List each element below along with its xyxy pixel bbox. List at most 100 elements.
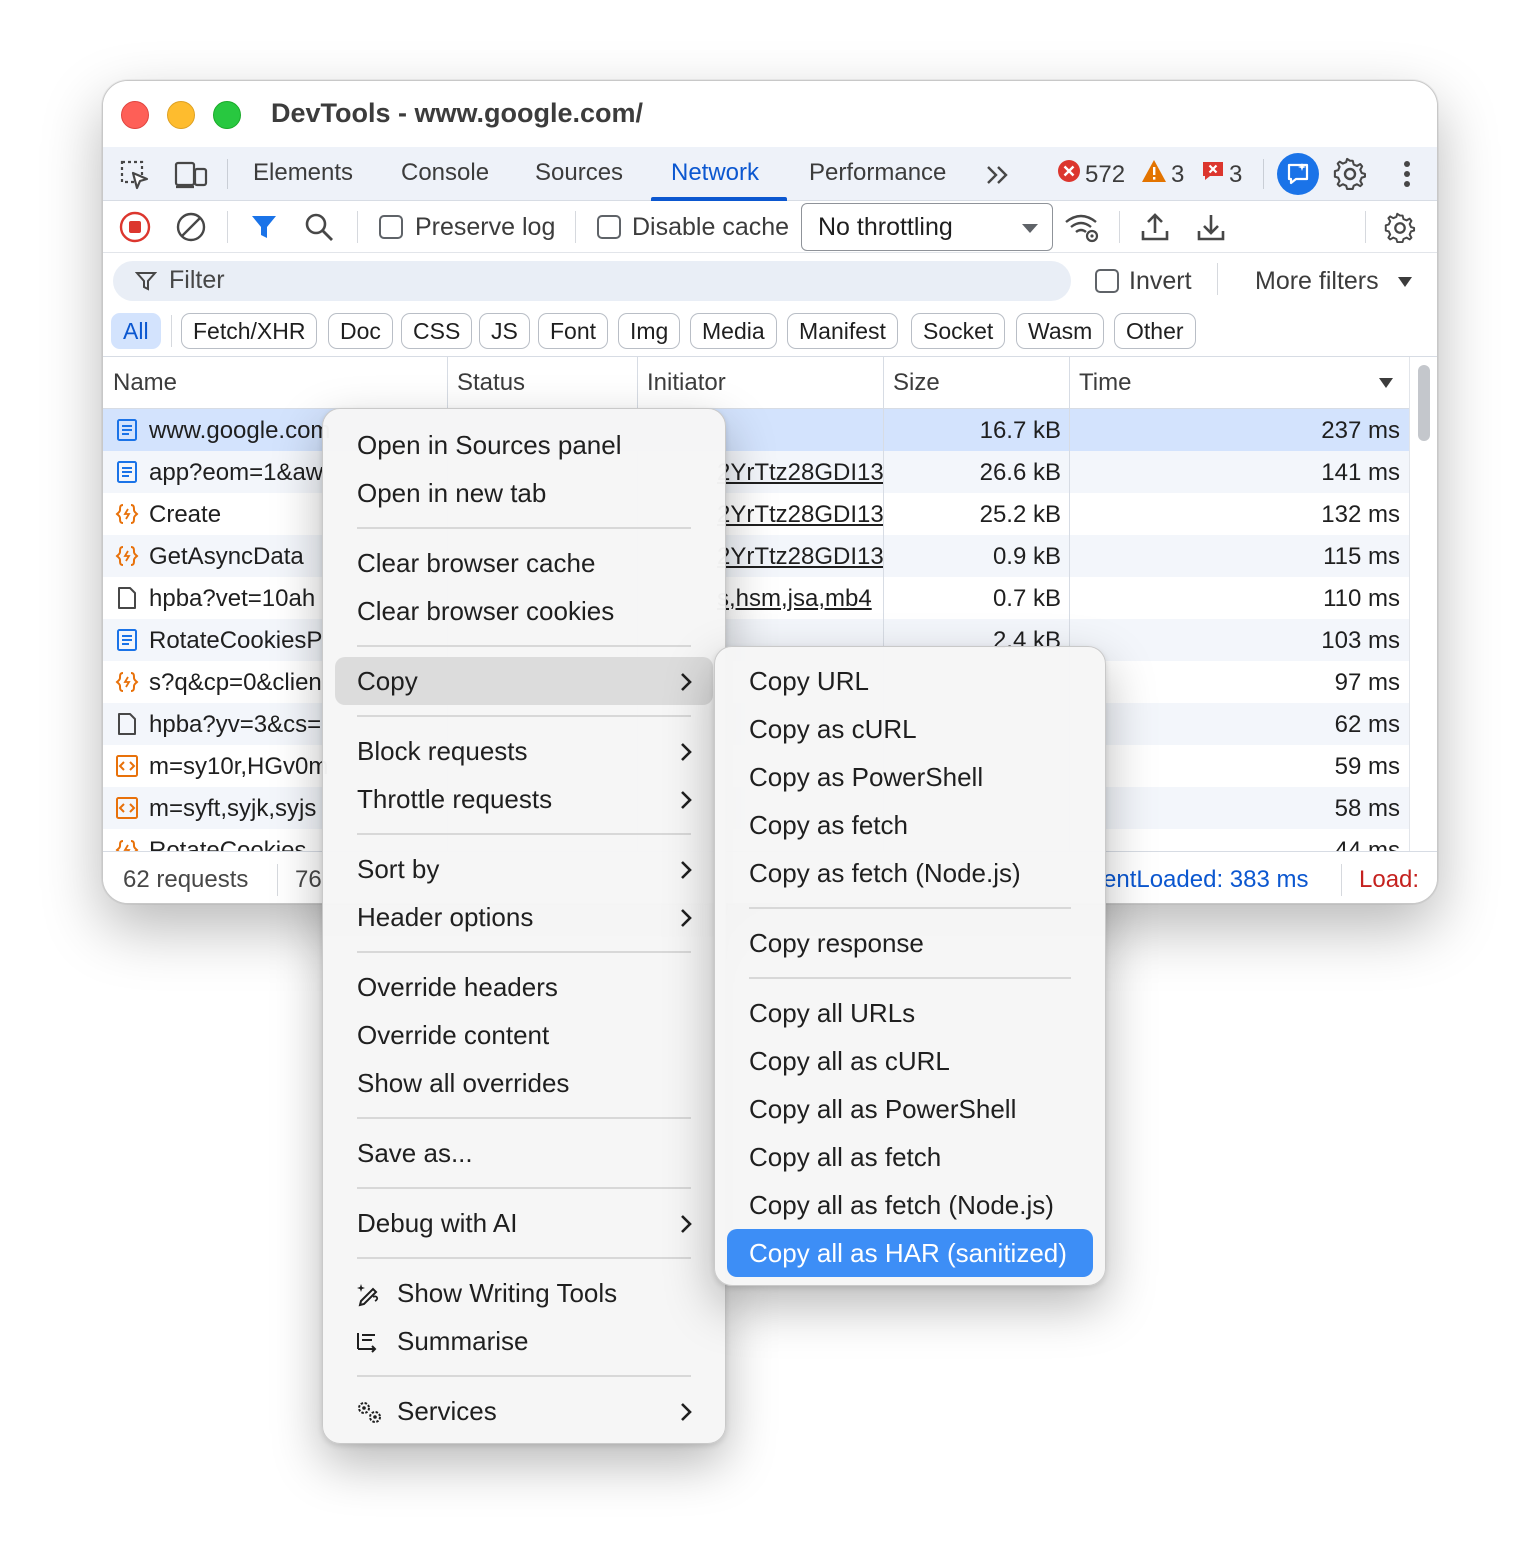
tab-elements[interactable]: Elements bbox=[253, 159, 353, 187]
table-row[interactable]: hpba?vet=10ah s,hsm,jsa,mb4 0.7 kB 110 ms bbox=[103, 577, 1409, 619]
more-options-icon[interactable] bbox=[1393, 157, 1421, 191]
submenu-item-copy-response[interactable]: Copy response bbox=[727, 919, 1093, 967]
type-filter-socket[interactable]: Socket bbox=[911, 313, 1006, 349]
request-time: 115 ms bbox=[1323, 543, 1400, 570]
menu-item-throttle-requests[interactable]: Throttle requests bbox=[335, 775, 713, 823]
menu-item-debug-with-ai[interactable]: Debug with AI bbox=[335, 1199, 713, 1247]
type-filter-manifest[interactable]: Manifest bbox=[787, 313, 898, 349]
submenu-item-copy-all-as-powershell[interactable]: Copy all as PowerShell bbox=[727, 1085, 1093, 1133]
request-initiator[interactable]: s,hsm,jsa,mb4 bbox=[717, 585, 883, 613]
submenu-item-copy-all-as-curl[interactable]: Copy all as cURL bbox=[727, 1037, 1093, 1085]
submenu-item-copy-as-fetch-node-js[interactable]: Copy as fetch (Node.js) bbox=[727, 849, 1093, 897]
filter-toggle-icon[interactable] bbox=[249, 211, 279, 243]
menu-item-header-options[interactable]: Header options bbox=[335, 893, 713, 941]
zoom-window-button[interactable] bbox=[213, 101, 241, 129]
type-filter-css[interactable]: CSS bbox=[401, 313, 473, 349]
menu-item-open-in-new-tab[interactable]: Open in new tab bbox=[335, 469, 713, 517]
menu-item-label: Copy all as cURL bbox=[749, 1046, 950, 1076]
type-filter-all[interactable]: All bbox=[111, 313, 161, 349]
type-filter-img[interactable]: Img bbox=[618, 313, 681, 349]
request-size: 26.6 kB bbox=[979, 459, 1061, 486]
disable-cache-checkbox[interactable] bbox=[597, 215, 621, 239]
tab-sources[interactable]: Sources bbox=[535, 159, 623, 187]
menu-item-override-content[interactable]: Override content bbox=[335, 1011, 713, 1059]
script-icon bbox=[115, 796, 139, 820]
export-har-icon[interactable] bbox=[1195, 209, 1227, 245]
error-counter[interactable]: 572 bbox=[1057, 159, 1125, 190]
column-header-time[interactable]: Time bbox=[1079, 369, 1131, 397]
type-filter-font[interactable]: Font bbox=[538, 313, 609, 349]
menu-item-clear-browser-cookies[interactable]: Clear browser cookies bbox=[335, 587, 713, 635]
menu-item-open-in-sources-panel[interactable]: Open in Sources panel bbox=[335, 421, 713, 469]
search-icon[interactable] bbox=[303, 211, 335, 243]
tab-console[interactable]: Console bbox=[401, 159, 489, 187]
submenu-item-copy-all-as-fetch[interactable]: Copy all as fetch bbox=[727, 1133, 1093, 1181]
menu-item-copy[interactable]: Copy bbox=[335, 657, 713, 705]
inspect-element-icon[interactable] bbox=[119, 159, 151, 191]
invert-checkbox[interactable] bbox=[1095, 269, 1119, 293]
request-time: 44 ms bbox=[1334, 837, 1400, 851]
type-filter-other[interactable]: Other bbox=[1114, 313, 1196, 349]
issues-counter[interactable]: 3 bbox=[1201, 159, 1242, 190]
settings-gear-icon[interactable] bbox=[1333, 157, 1367, 191]
record-stop-icon[interactable] bbox=[119, 211, 151, 243]
submenu-item-copy-as-fetch[interactable]: Copy as fetch bbox=[727, 801, 1093, 849]
minimize-window-button[interactable] bbox=[167, 101, 195, 129]
more-tabs-icon[interactable] bbox=[983, 161, 1013, 189]
request-initiator[interactable]: 2YrTtz28GDI13 bbox=[717, 459, 883, 487]
menu-item-block-requests[interactable]: Block requests bbox=[335, 727, 713, 775]
menu-item-show-all-overrides[interactable]: Show all overrides bbox=[335, 1059, 713, 1107]
menu-item-show-writing-tools[interactable]: Show Writing Tools bbox=[335, 1269, 713, 1317]
menu-item-label: Copy response bbox=[749, 928, 924, 958]
filter-input[interactable]: Filter bbox=[113, 261, 1071, 301]
request-size: 0.7 kB bbox=[992, 585, 1061, 612]
sort-descending-icon bbox=[1379, 378, 1393, 388]
submenu-item-copy-all-as-fetch-node-js[interactable]: Copy all as fetch (Node.js) bbox=[727, 1181, 1093, 1229]
ai-assistance-icon[interactable] bbox=[1277, 153, 1319, 195]
document-icon bbox=[115, 628, 139, 652]
submenu-item-copy-as-curl[interactable]: Copy as cURL bbox=[727, 705, 1093, 753]
menu-item-summarise[interactable]: Summarise bbox=[335, 1317, 713, 1365]
table-row[interactable]: app?eom=1&aw 2YrTtz28GDI13 26.6 kB 141 ms bbox=[103, 451, 1409, 493]
import-har-icon[interactable] bbox=[1139, 209, 1171, 245]
menu-item-services[interactable]: Services bbox=[335, 1387, 713, 1435]
request-initiator[interactable]: 2YrTtz28GDI13 bbox=[717, 501, 883, 529]
menu-item-clear-browser-cache[interactable]: Clear browser cache bbox=[335, 539, 713, 587]
submenu-item-copy-url[interactable]: Copy URL bbox=[727, 657, 1093, 705]
request-time: 110 ms bbox=[1323, 585, 1400, 612]
column-header-status[interactable]: Status bbox=[457, 369, 525, 397]
throttling-select[interactable]: No throttling bbox=[801, 203, 1053, 251]
menu-item-sort-by[interactable]: Sort by bbox=[335, 845, 713, 893]
tab-performance[interactable]: Performance bbox=[809, 159, 946, 187]
device-toolbar-icon[interactable] bbox=[173, 159, 209, 191]
close-window-button[interactable] bbox=[121, 101, 149, 129]
scrollbar-thumb[interactable] bbox=[1418, 365, 1430, 441]
network-settings-gear-icon[interactable] bbox=[1383, 211, 1417, 245]
table-row[interactable]: www.google.com 16.7 kB 237 ms bbox=[103, 409, 1409, 451]
menu-item-save-as[interactable]: Save as... bbox=[335, 1129, 713, 1177]
more-filters-dropdown[interactable]: More filters bbox=[1255, 267, 1379, 296]
type-filter-fetch-xhr[interactable]: Fetch/XHR bbox=[181, 313, 318, 349]
preserve-log-checkbox[interactable] bbox=[379, 215, 403, 239]
request-initiator[interactable]: 2YrTtz28GDI13 bbox=[717, 543, 883, 571]
submenu-item-copy-as-powershell[interactable]: Copy as PowerShell bbox=[727, 753, 1093, 801]
clear-log-icon[interactable] bbox=[175, 211, 207, 243]
column-header-initiator[interactable]: Initiator bbox=[647, 369, 726, 397]
menu-item-override-headers[interactable]: Override headers bbox=[335, 963, 713, 1011]
type-filter-media[interactable]: Media bbox=[690, 313, 777, 349]
column-header-size[interactable]: Size bbox=[893, 369, 940, 397]
menu-separator bbox=[357, 715, 691, 717]
column-header-name[interactable]: Name bbox=[113, 369, 177, 397]
submenu-item-copy-all-as-har-sanitized[interactable]: Copy all as HAR (sanitized) bbox=[727, 1229, 1093, 1277]
network-conditions-icon[interactable] bbox=[1063, 209, 1101, 245]
type-filter-wasm[interactable]: Wasm bbox=[1016, 313, 1105, 349]
tab-network[interactable]: Network bbox=[671, 159, 759, 187]
table-scrollbar[interactable] bbox=[1409, 357, 1437, 851]
submenu-item-copy-all-urls[interactable]: Copy all URLs bbox=[727, 989, 1093, 1037]
warning-counter[interactable]: 3 bbox=[1141, 159, 1184, 190]
type-filter-js[interactable]: JS bbox=[479, 313, 530, 349]
type-filter-doc[interactable]: Doc bbox=[328, 313, 393, 349]
chevron-right-icon bbox=[679, 1401, 693, 1428]
table-row[interactable]: Create 2YrTtz28GDI13 25.2 kB 132 ms bbox=[103, 493, 1409, 535]
table-row[interactable]: GetAsyncData 2YrTtz28GDI13 0.9 kB 115 ms bbox=[103, 535, 1409, 577]
